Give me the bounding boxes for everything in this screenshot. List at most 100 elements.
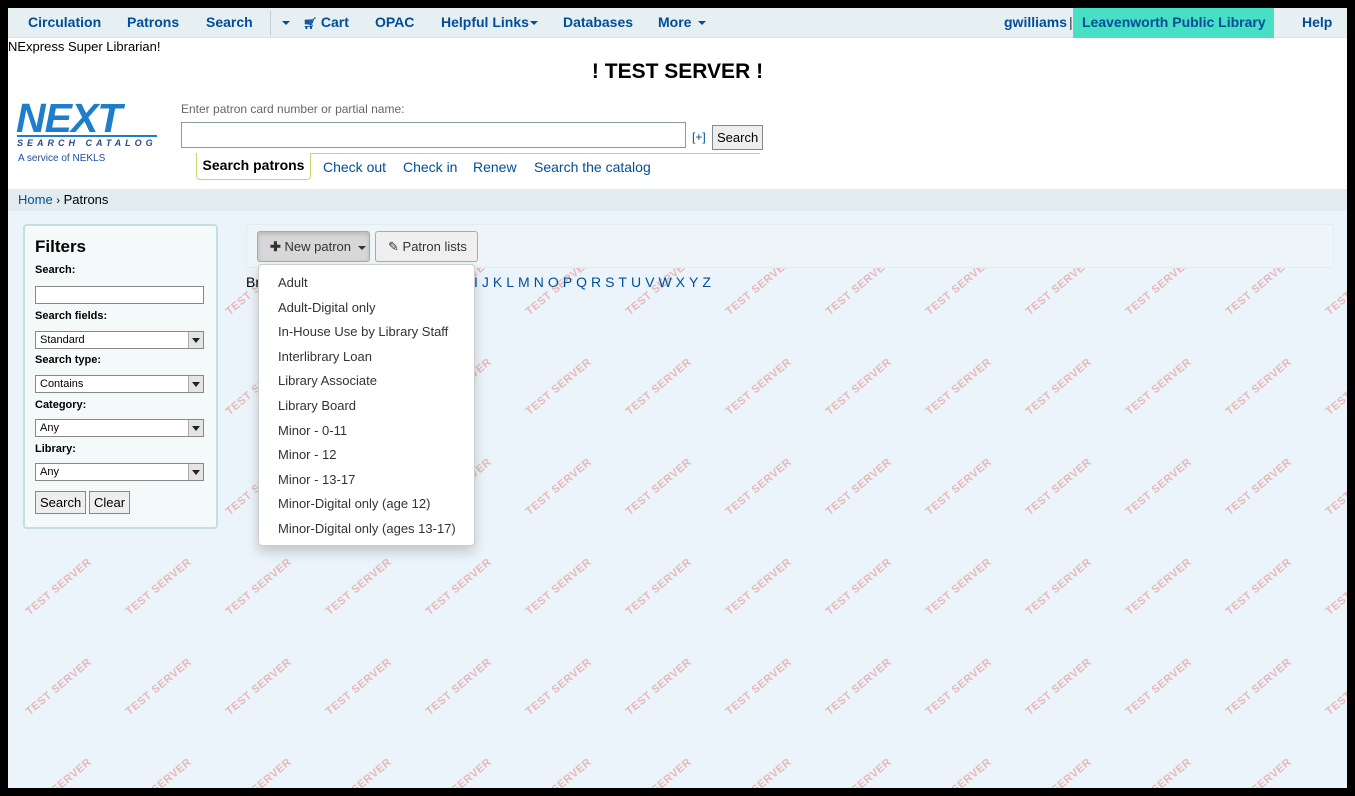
letter-link-w[interactable]: W bbox=[658, 274, 671, 290]
new-patron-category-item[interactable]: Adult-Digital only bbox=[278, 300, 376, 315]
watermark-text: TEST SERVER bbox=[523, 756, 595, 788]
filter-type-select[interactable]: Contains bbox=[35, 375, 204, 393]
nav-cart-label: Cart bbox=[320, 14, 349, 30]
watermark-text: TEST SERVER bbox=[1323, 356, 1347, 418]
watermark-text: TEST SERVER bbox=[1323, 656, 1347, 718]
chevron-down-icon bbox=[188, 332, 203, 348]
nav-patrons[interactable]: Patrons bbox=[127, 8, 179, 37]
tab-check-out[interactable]: Check out bbox=[323, 159, 386, 175]
library-selector[interactable]: Leavenworth Public Library bbox=[1073, 8, 1274, 48]
nav-cart[interactable]: 🛒︎ Cart bbox=[303, 8, 349, 37]
filter-category-value: Any bbox=[40, 422, 59, 434]
chevron-down-icon bbox=[698, 21, 707, 26]
new-patron-category-item[interactable]: Minor-Digital only (age 12) bbox=[278, 496, 430, 511]
chevron-down-icon bbox=[357, 245, 366, 250]
new-patron-category-item[interactable]: In-House Use by Library Staff bbox=[278, 324, 448, 339]
watermark-text: TEST SERVER bbox=[623, 756, 695, 788]
nav-more-label: More bbox=[658, 14, 692, 30]
nav-more[interactable]: More bbox=[658, 8, 707, 37]
filter-fields-select[interactable]: Standard bbox=[35, 331, 204, 349]
letter-link-p[interactable]: P bbox=[563, 274, 572, 290]
letter-link-t[interactable]: T bbox=[618, 274, 627, 290]
watermark-text: TEST SERVER bbox=[923, 456, 995, 518]
filter-search-button[interactable]: Search bbox=[35, 491, 87, 514]
advanced-search-toggle[interactable]: [+] bbox=[692, 130, 706, 144]
watermark-text: TEST SERVER bbox=[523, 456, 595, 518]
watermark-text: TEST SERVER bbox=[823, 456, 895, 518]
letter-link-v[interactable]: V bbox=[645, 274, 654, 290]
letter-link-q[interactable]: Q bbox=[576, 274, 587, 290]
letter-link-o[interactable]: O bbox=[548, 274, 559, 290]
new-patron-category-item[interactable]: Interlibrary Loan bbox=[278, 349, 372, 364]
breadcrumb-home[interactable]: Home bbox=[18, 192, 53, 207]
logged-in-user[interactable]: gwilliams bbox=[1004, 8, 1067, 37]
search-menu-toggle[interactable] bbox=[279, 8, 290, 37]
watermark-text: TEST SERVER bbox=[323, 656, 395, 718]
watermark-text: TEST SERVER bbox=[123, 556, 195, 618]
tab-check-in[interactable]: Check in bbox=[403, 159, 457, 175]
nav-helpful-links[interactable]: Helpful Links bbox=[441, 8, 538, 37]
filter-clear-button[interactable]: Clear bbox=[89, 491, 131, 514]
letter-link-j[interactable]: J bbox=[482, 274, 489, 290]
filter-category-select[interactable]: Any bbox=[35, 419, 204, 437]
nav-circulation[interactable]: Circulation bbox=[28, 8, 101, 37]
watermark-text: TEST SERVER bbox=[523, 356, 595, 418]
watermark-text: TEST SERVER bbox=[923, 556, 995, 618]
watermark-text: TEST SERVER bbox=[823, 656, 895, 718]
new-patron-category-item[interactable]: Library Board bbox=[278, 398, 356, 413]
letter-link-l[interactable]: L bbox=[506, 274, 514, 290]
next-logo[interactable]: NEXT SEARCH CATALOG A service of NEKLS bbox=[16, 97, 172, 169]
letter-link-k[interactable]: K bbox=[493, 274, 502, 290]
watermark-text: TEST SERVER bbox=[1223, 456, 1295, 518]
new-patron-category-item[interactable]: Minor-Digital only (ages 13-17) bbox=[278, 521, 456, 536]
tab-search-patrons[interactable]: Search patrons bbox=[196, 153, 311, 180]
patron-search-input[interactable] bbox=[181, 122, 686, 148]
letter-link-z[interactable]: Z bbox=[702, 274, 711, 290]
new-patron-category-item[interactable]: Adult bbox=[278, 275, 308, 290]
nav-search[interactable]: Search bbox=[206, 8, 253, 37]
chevron-down-icon bbox=[188, 464, 203, 480]
nav-divider bbox=[270, 11, 271, 36]
watermark-text: TEST SERVER bbox=[723, 456, 795, 518]
letter-link-n[interactable]: N bbox=[534, 274, 544, 290]
new-patron-category-item[interactable]: Minor - 12 bbox=[278, 447, 337, 462]
top-navigation: Circulation Patrons Search 🛒︎ Cart OPAC … bbox=[8, 8, 1347, 48]
letter-link-r[interactable]: R bbox=[591, 274, 601, 290]
nav-helpful-links-label: Helpful Links bbox=[441, 14, 529, 30]
nav-help[interactable]: Help bbox=[1302, 8, 1332, 37]
letter-link-y[interactable]: Y bbox=[689, 274, 698, 290]
watermark-text: TEST SERVER bbox=[423, 556, 495, 618]
patron-lists-button[interactable]: ✎ Patron lists bbox=[375, 231, 478, 262]
nav-databases[interactable]: Databases bbox=[563, 8, 633, 37]
watermark-text: TEST SERVER bbox=[823, 356, 895, 418]
breadcrumb-current: Patrons bbox=[63, 192, 109, 207]
watermark-text: TEST SERVER bbox=[523, 556, 595, 618]
plus-icon: ✚ bbox=[270, 239, 281, 254]
watermark-text: TEST SERVER bbox=[123, 656, 195, 718]
chevron-down-icon bbox=[282, 21, 290, 26]
filter-search-input[interactable] bbox=[35, 286, 204, 304]
new-patron-category-item[interactable]: Minor - 0-11 bbox=[278, 423, 347, 438]
letter-link-x[interactable]: X bbox=[676, 274, 685, 290]
watermark-text: TEST SERVER bbox=[1223, 556, 1295, 618]
letter-link-u[interactable]: U bbox=[631, 274, 641, 290]
new-patron-category-item[interactable]: Minor - 13-17 bbox=[278, 472, 355, 487]
tab-renew[interactable]: Renew bbox=[473, 159, 517, 175]
new-patron-button[interactable]: ✚ New patron bbox=[257, 231, 370, 262]
watermark-text: TEST SERVER bbox=[1323, 556, 1347, 618]
watermark-text: TEST SERVER bbox=[323, 556, 395, 618]
watermark-text: TEST SERVER bbox=[23, 756, 95, 788]
watermark-text: TEST SERVER bbox=[1223, 656, 1295, 718]
chevron-down-icon bbox=[188, 376, 203, 392]
patron-search-button[interactable]: Search bbox=[712, 125, 764, 150]
filter-library-select[interactable]: Any bbox=[35, 463, 204, 481]
letter-link-m[interactable]: M bbox=[518, 274, 530, 290]
tab-search-catalog[interactable]: Search the catalog bbox=[534, 159, 651, 175]
logo-service-line: A service of NEKLS bbox=[18, 153, 106, 164]
nav-opac[interactable]: OPAC bbox=[375, 8, 414, 37]
letter-link-s[interactable]: S bbox=[605, 274, 614, 290]
watermark-text: TEST SERVER bbox=[623, 556, 695, 618]
breadcrumb-separator: › bbox=[56, 195, 60, 207]
new-patron-category-item[interactable]: Library Associate bbox=[278, 373, 377, 388]
watermark-text: TEST SERVER bbox=[623, 656, 695, 718]
